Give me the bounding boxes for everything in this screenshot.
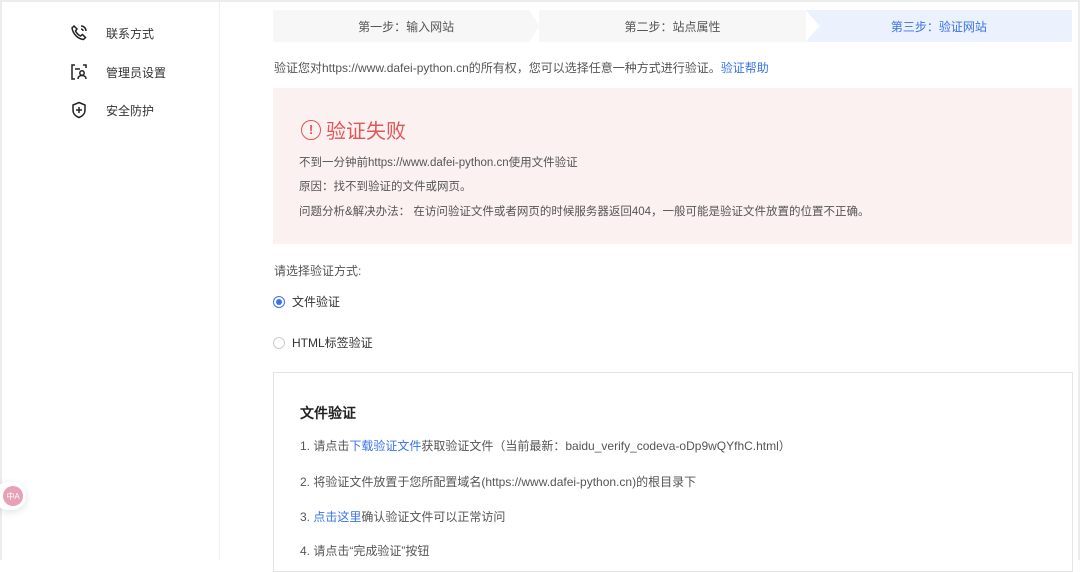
sidebar-item-label: 管理员设置 (106, 65, 167, 80)
translate-icon: 中A (3, 486, 23, 506)
radio-label: 文件验证 (292, 295, 341, 309)
step-text: 确认验证文件可以正常访问 (361, 510, 506, 524)
instruction-step-1: 1. 请点击下载验证文件获取验证文件（当前最新：baidu_verify_cod… (300, 437, 791, 454)
instruction-step-4: 4. 请点击“完成验证”按钮 (300, 544, 430, 558)
intro-description: 验证您对https://www.dafei-python.cn的所有权，您可以选… (274, 61, 721, 75)
sidebar-item-label: 安全防护 (106, 103, 155, 118)
error-title-text: 验证失败 (326, 121, 406, 143)
error-reason: 原因：找不到验证的文件或网页。 (299, 181, 472, 193)
sidebar-item-label: 联系方式 (106, 26, 155, 41)
radio-file-verify[interactable]: 文件验证 (273, 293, 340, 310)
sidebar: 联系方式 管理员设置 安全防护 (2, 2, 220, 560)
step-progress: 第一步：输入网站 第二步：站点属性 第三步：验证网站 (273, 10, 1072, 42)
method-label: 请选择验证方式: (274, 264, 362, 278)
step-text: 1. 请点击 (300, 439, 350, 453)
step-2: 第二步：站点属性 (539, 10, 806, 42)
verification-failed-alert: ! 验证失败 不到一分钟前https://www.dafei-python.cn… (273, 88, 1072, 244)
sidebar-item-admin[interactable]: 管理员设置 (70, 63, 166, 81)
panel-title: 文件验证 (300, 405, 356, 421)
instruction-step-2: 2. 将验证文件放置于您所配置域名(https://www.dafei-pyth… (300, 475, 697, 489)
error-solution: 问题分析&解决办法： 在访问验证文件或者网页的时候服务器返回404，一般可能是验… (299, 206, 870, 218)
sidebar-item-contact[interactable]: 联系方式 (70, 24, 154, 42)
exclamation-circle-icon: ! (301, 119, 321, 140)
step-3-active: 第三步：验证网站 (805, 10, 1072, 42)
step-text: 3. (300, 510, 314, 524)
sidebar-item-security[interactable]: 安全防护 (70, 101, 154, 119)
error-time: 不到一分钟前https://www.dafei-python.cn使用文件验证 (299, 157, 578, 169)
radio-label: HTML标签验证 (292, 336, 373, 350)
radio-checked-icon (273, 295, 285, 308)
phone-icon (71, 24, 87, 41)
error-title: ! 验证失败 (301, 115, 406, 144)
instruction-step-3: 3. 点击这里确认验证文件可以正常访问 (300, 508, 505, 525)
admin-icon (71, 64, 87, 80)
step-1: 第一步：输入网站 (273, 10, 539, 42)
verify-help-link[interactable]: 验证帮助 (721, 61, 769, 75)
click-here-link[interactable]: 点击这里 (313, 510, 361, 524)
file-verify-panel: 文件验证 1. 请点击下载验证文件获取验证文件（当前最新：baidu_verif… (273, 372, 1073, 572)
download-verify-file-link[interactable]: 下载验证文件 (349, 439, 421, 453)
step-text: 获取验证文件（当前最新：baidu_verify_codeva-oDp9wQYf… (421, 439, 791, 453)
shield-icon (72, 101, 86, 119)
radio-html-tag-verify[interactable]: HTML标签验证 (273, 334, 373, 351)
radio-unchecked-icon (273, 336, 285, 349)
intro-text: 验证您对https://www.dafei-python.cn的所有权，您可以选… (274, 59, 769, 76)
